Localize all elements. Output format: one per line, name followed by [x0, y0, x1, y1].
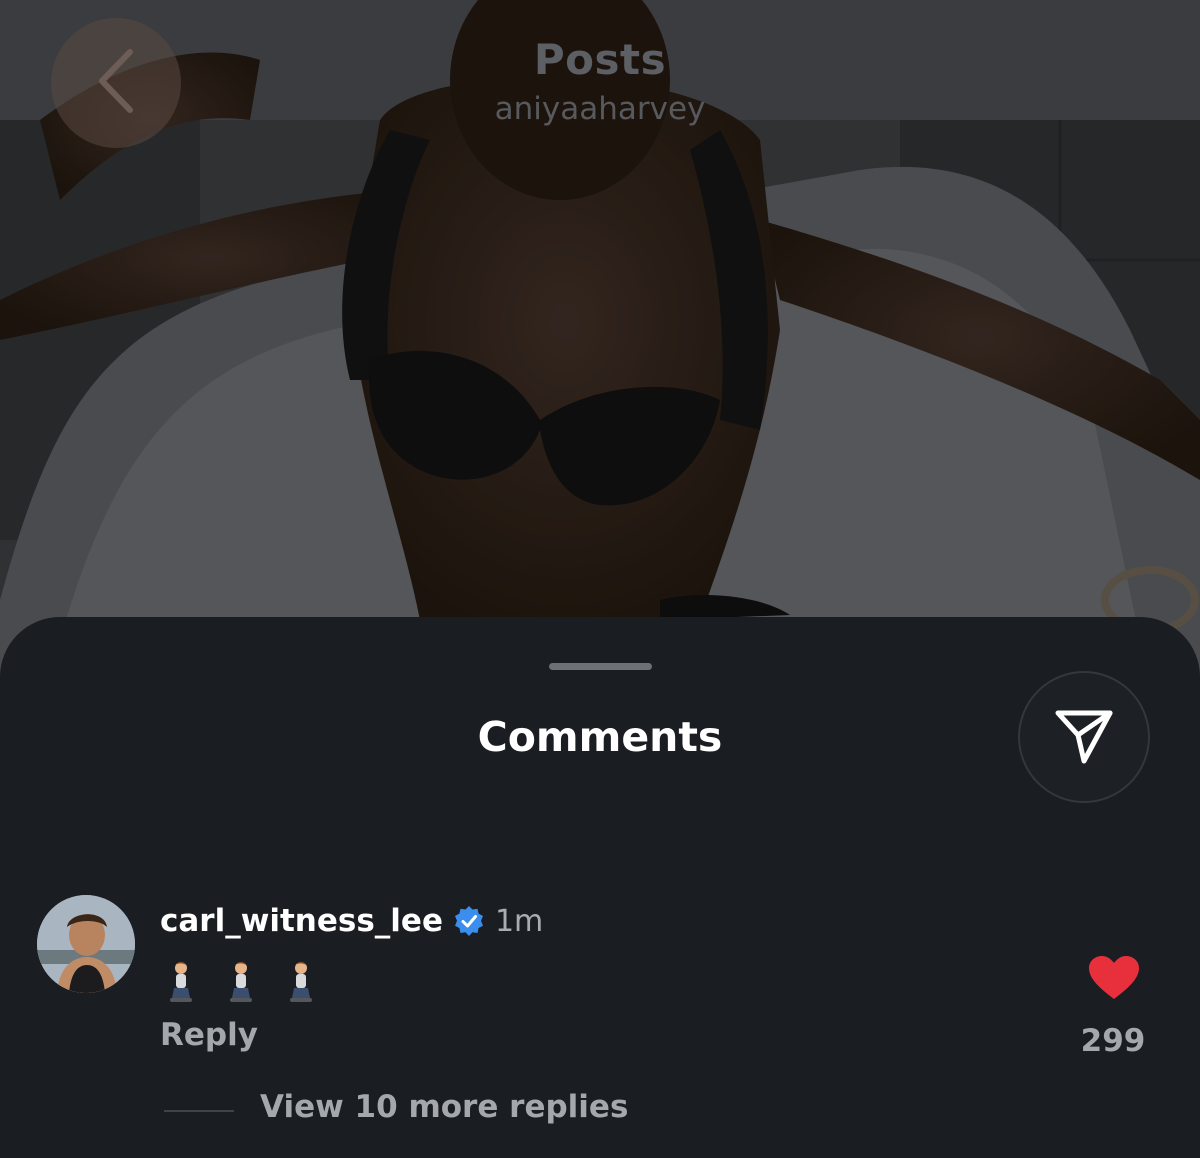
sheet-grabber[interactable]	[549, 663, 652, 670]
verified-badge-icon	[453, 905, 485, 937]
comments-sheet: Comments carl_witness_lee 1m Reply 299 V…	[0, 617, 1200, 1158]
paper-plane-icon	[1048, 699, 1120, 776]
reply-button[interactable]: Reply	[160, 1017, 258, 1053]
replies-divider	[164, 1110, 234, 1112]
comment-username[interactable]: carl_witness_lee	[160, 903, 443, 939]
post-author-username[interactable]: aniyaaharvey	[0, 90, 1200, 128]
heart-icon	[1088, 956, 1140, 1005]
share-button[interactable]	[1018, 671, 1150, 803]
like-button[interactable]	[1088, 955, 1140, 1001]
page-title: Posts	[533, 35, 667, 84]
avatar[interactable]	[37, 895, 135, 993]
person-kneeling-emoji	[286, 960, 316, 1004]
person-kneeling-emoji	[226, 960, 256, 1004]
comment-header: carl_witness_lee 1m	[160, 899, 543, 943]
comment-time: 1m	[494, 903, 544, 939]
view-more-replies-button[interactable]: View 10 more replies	[260, 1089, 628, 1125]
like-count: 299	[1080, 1023, 1146, 1059]
app-screen: Posts aniyaaharvey Comments carl_witness…	[0, 0, 1200, 1158]
comment-text	[166, 959, 316, 1005]
person-kneeling-emoji	[166, 960, 196, 1004]
header: Posts aniyaaharvey	[0, 36, 1200, 128]
